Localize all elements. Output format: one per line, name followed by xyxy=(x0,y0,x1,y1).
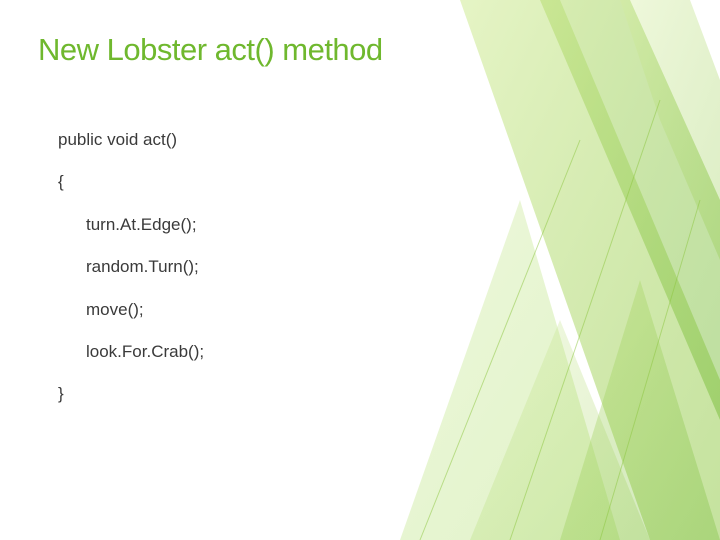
decorative-background xyxy=(360,0,720,540)
code-block: public void act() { turn.At.Edge(); rand… xyxy=(58,130,204,427)
code-close-brace: } xyxy=(58,384,204,404)
code-line: look.For.Crab(); xyxy=(58,342,204,362)
slide-title: New Lobster act() method xyxy=(38,32,383,68)
code-line: move(); xyxy=(58,300,204,320)
code-signature: public void act() xyxy=(58,130,204,150)
code-line: turn.At.Edge(); xyxy=(58,215,204,235)
code-line: random.Turn(); xyxy=(58,257,204,277)
code-open-brace: { xyxy=(58,172,204,192)
